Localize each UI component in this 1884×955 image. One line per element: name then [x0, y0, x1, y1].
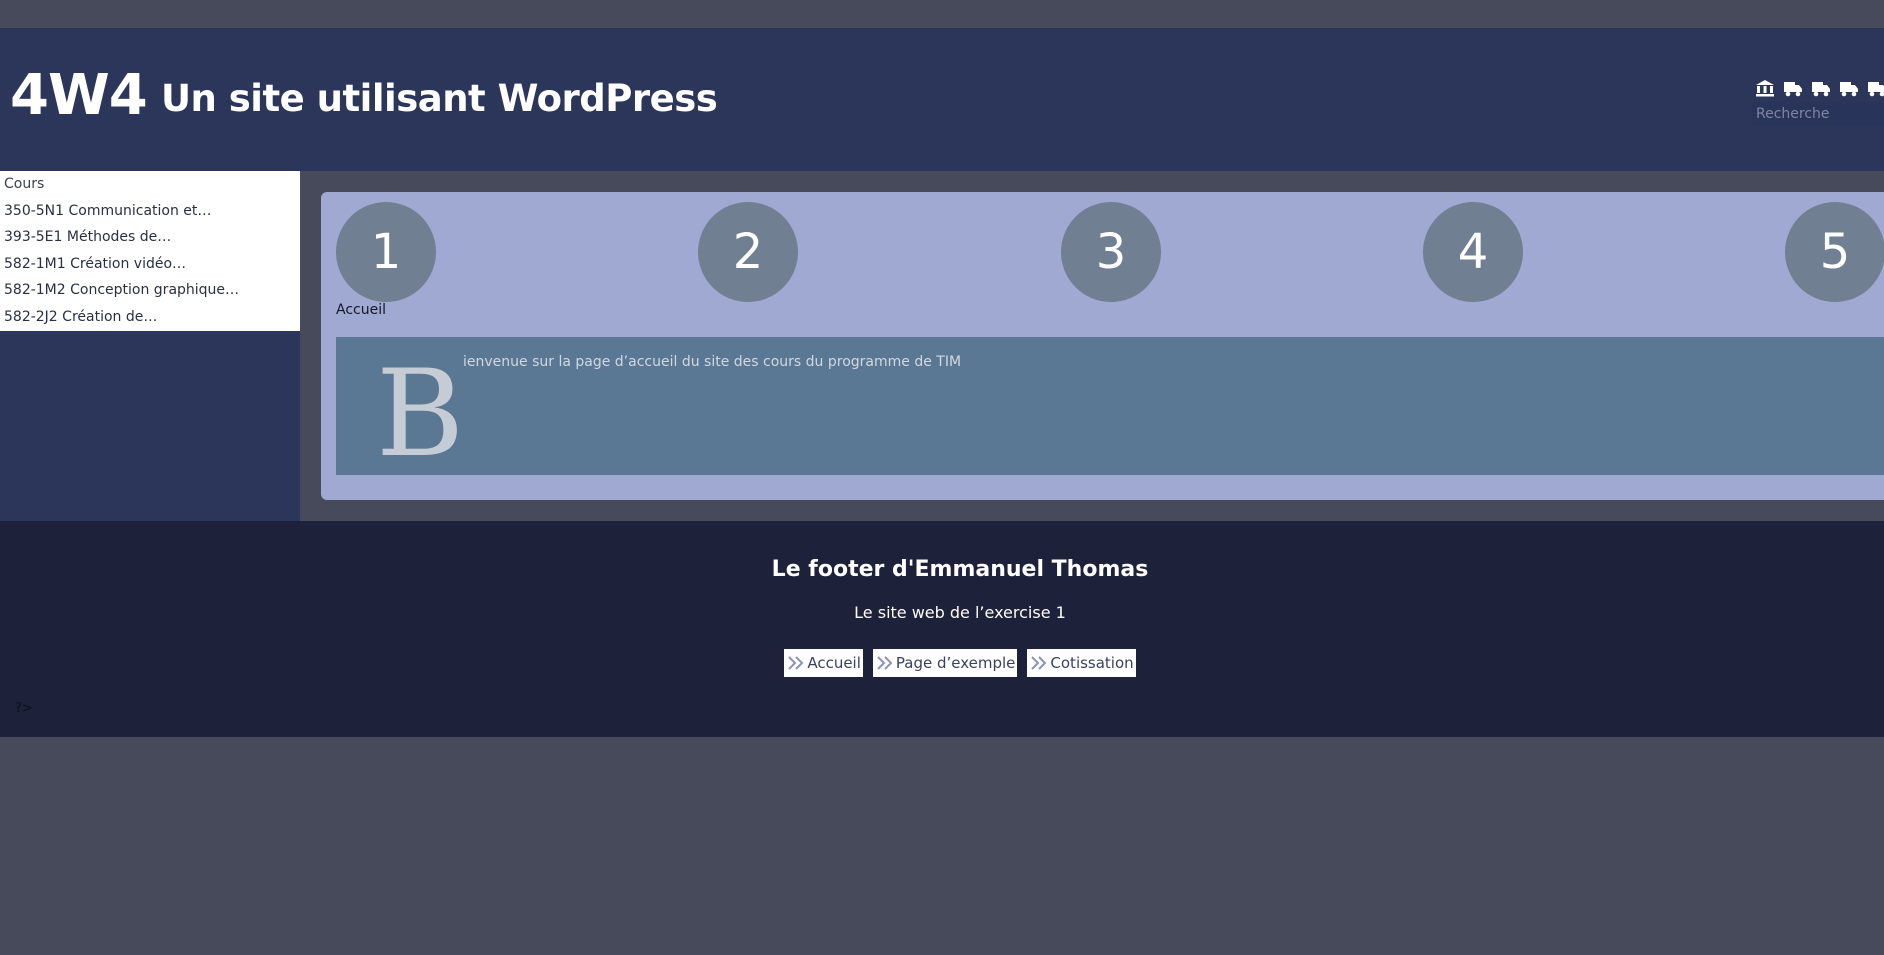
sidebar-menu: Cours 350-5N1 Communication et… 393-5E1 …: [0, 171, 300, 331]
footer-title: Le footer d'Emmanuel Thomas: [771, 557, 1149, 582]
circle-3[interactable]: 3: [1061, 202, 1161, 302]
double-chevron-icon: [877, 656, 893, 670]
welcome-panel: B ienvenue sur la page d’accueil du site…: [336, 337, 1884, 475]
footer-menu: Accueil Page d’exemple Cotissation: [0, 649, 1884, 677]
circle-1[interactable]: 1: [336, 202, 436, 302]
footer-link-label: Cotissation: [1050, 654, 1134, 672]
footer-link-accueil[interactable]: Accueil: [784, 649, 863, 677]
bank-icon[interactable]: [1755, 79, 1775, 97]
truck-icon[interactable]: [1783, 79, 1803, 97]
sidebar-item-582-1m2[interactable]: 582-1M2 Conception graphique…: [0, 277, 300, 304]
header-icon-bar: [1755, 76, 1884, 100]
circle-4[interactable]: 4: [1423, 202, 1523, 302]
sidebar-item-582-2j2[interactable]: 582-2J2 Création de…: [0, 304, 300, 331]
sidebar-item-393-5e1[interactable]: 393-5E1 Méthodes de…: [0, 224, 300, 251]
sidebar-item-cours[interactable]: Cours: [0, 171, 300, 198]
sidebar: Cours 350-5N1 Communication et… 393-5E1 …: [0, 171, 300, 521]
circle-2[interactable]: 2: [698, 202, 798, 302]
page-title: Accueil: [336, 302, 386, 318]
footer-link-cotissation[interactable]: Cotissation: [1027, 649, 1136, 677]
footer-subtitle: Le site web de l’exercise 1: [854, 603, 1066, 622]
site-logo[interactable]: 4W4: [10, 68, 148, 124]
sidebar-item-350-5n1[interactable]: 350-5N1 Communication et…: [0, 198, 300, 225]
circle-5[interactable]: 5: [1785, 202, 1884, 302]
footer-link-label: Accueil: [807, 654, 861, 672]
sidebar-item-582-1m1[interactable]: 582-1M1 Création vidéo…: [0, 251, 300, 278]
site-header: 4W4 Un site utilisant WordPress: [0, 28, 1884, 171]
site-footer: Le footer d'Emmanuel Thomas Le site web …: [0, 521, 1884, 737]
footer-link-page-exemple[interactable]: Page d’exemple: [872, 649, 1018, 677]
stray-php-tag: ?>: [15, 701, 33, 716]
double-chevron-icon: [788, 656, 804, 670]
double-chevron-icon: [1031, 656, 1047, 670]
truck-icon[interactable]: [1839, 79, 1859, 97]
drop-cap: B: [376, 345, 465, 484]
search-input[interactable]: [1752, 102, 1884, 126]
site-title[interactable]: Un site utilisant WordPress: [161, 80, 718, 117]
truck-icon[interactable]: [1811, 79, 1831, 97]
welcome-text: ienvenue sur la page d’accueil du site d…: [463, 354, 962, 370]
truck-icon[interactable]: [1867, 79, 1884, 97]
main-content: 1 2 3 4 5 Accueil B ienvenue sur la page…: [321, 192, 1884, 500]
footer-link-label: Page d’exemple: [895, 654, 1016, 672]
